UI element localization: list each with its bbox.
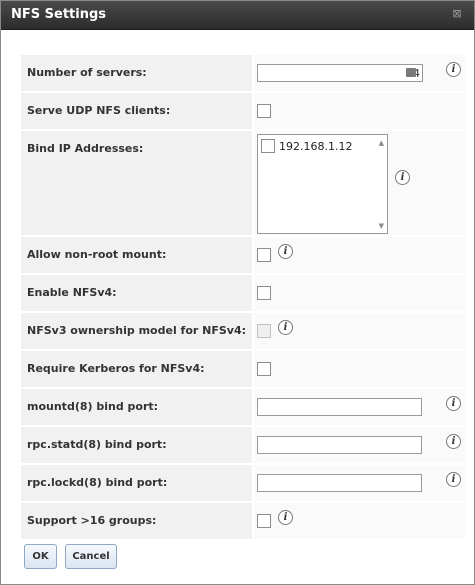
row-require-kerberos: Require Kerberos for NFSv4: bbox=[21, 351, 465, 387]
row-bind-ip: Bind IP Addresses: 192.168.1.12 ▲ ▼ i bbox=[21, 131, 465, 235]
scroll-down-icon[interactable]: ▼ bbox=[379, 222, 384, 230]
lockd-cell bbox=[254, 465, 465, 501]
udp-cell bbox=[254, 93, 465, 129]
kerberos-cell bbox=[254, 351, 465, 387]
row-nfsv3-ownership: NFSv3 ownership model for NFSv4: i bbox=[21, 313, 465, 349]
info-icon[interactable]: i bbox=[446, 396, 461, 411]
bind-ip-option[interactable]: 192.168.1.12 bbox=[261, 138, 371, 154]
scroll-up-icon[interactable]: ▲ bbox=[379, 139, 384, 147]
groups-checkbox[interactable] bbox=[257, 514, 271, 528]
bind-ip-label: Bind IP Addresses: bbox=[21, 131, 252, 235]
nonroot-label: Allow non-root mount: bbox=[21, 237, 252, 273]
nonroot-checkbox[interactable] bbox=[257, 248, 271, 262]
kerberos-label: Require Kerberos for NFSv4: bbox=[21, 351, 252, 387]
servers-cell: 4 bbox=[254, 55, 465, 91]
mountd-label: mountd(8) bind port: bbox=[21, 389, 252, 425]
nfs-settings-dialog: NFS Settings ⊠ Number of servers: 4 i Se… bbox=[0, 0, 475, 585]
bind-ip-listbox[interactable]: 192.168.1.12 ▲ ▼ bbox=[257, 134, 388, 234]
row-serve-udp: Serve UDP NFS clients: bbox=[21, 93, 465, 129]
nfsv4-label: Enable NFSv4: bbox=[21, 275, 252, 311]
ownership-checkbox[interactable] bbox=[257, 324, 271, 338]
lockd-port-input[interactable] bbox=[257, 474, 422, 492]
info-icon[interactable]: i bbox=[446, 472, 461, 487]
autofill-icon bbox=[406, 68, 416, 77]
row-mountd-port: mountd(8) bind port: i bbox=[21, 389, 465, 425]
bind-ip-option-label: 192.168.1.12 bbox=[279, 140, 353, 153]
bind-ip-option-checkbox[interactable] bbox=[261, 139, 275, 153]
mountd-port-input[interactable] bbox=[257, 398, 422, 416]
cancel-button[interactable]: Cancel bbox=[65, 544, 117, 569]
info-icon[interactable]: i bbox=[446, 62, 461, 77]
lockd-label: rpc.lockd(8) bind port: bbox=[21, 465, 252, 501]
row-number-of-servers: Number of servers: 4 i bbox=[21, 55, 465, 91]
nfsv4-cell bbox=[254, 275, 465, 311]
title-bar[interactable]: NFS Settings ⊠ bbox=[1, 1, 474, 30]
udp-label: Serve UDP NFS clients: bbox=[21, 93, 252, 129]
info-icon[interactable]: i bbox=[278, 320, 293, 335]
ownership-label: NFSv3 ownership model for NFSv4: bbox=[21, 313, 252, 349]
info-icon[interactable]: i bbox=[446, 434, 461, 449]
info-icon[interactable]: i bbox=[395, 170, 410, 185]
row-allow-nonroot: Allow non-root mount: i bbox=[21, 237, 465, 273]
info-icon[interactable]: i bbox=[278, 510, 293, 525]
row-statd-port: rpc.statd(8) bind port: i bbox=[21, 427, 465, 463]
row-lockd-port: rpc.lockd(8) bind port: i bbox=[21, 465, 465, 501]
ok-button[interactable]: OK bbox=[24, 544, 57, 569]
nfsv4-checkbox[interactable] bbox=[257, 286, 271, 300]
row-support-16-groups: Support >16 groups: i bbox=[21, 503, 465, 539]
info-icon[interactable]: i bbox=[278, 244, 293, 259]
groups-label: Support >16 groups: bbox=[21, 503, 252, 539]
row-enable-nfsv4: Enable NFSv4: bbox=[21, 275, 465, 311]
udp-checkbox[interactable] bbox=[257, 104, 271, 118]
mountd-cell bbox=[254, 389, 465, 425]
dialog-title: NFS Settings bbox=[11, 7, 107, 22]
kerberos-checkbox[interactable] bbox=[257, 362, 271, 376]
close-icon[interactable]: ⊠ bbox=[450, 7, 464, 21]
bind-ip-cell: 192.168.1.12 ▲ ▼ bbox=[254, 131, 465, 235]
statd-cell bbox=[254, 427, 465, 463]
statd-port-input[interactable] bbox=[257, 436, 422, 454]
servers-label: Number of servers: bbox=[21, 55, 252, 91]
statd-label: rpc.statd(8) bind port: bbox=[21, 427, 252, 463]
servers-input[interactable]: 4 bbox=[257, 64, 423, 82]
